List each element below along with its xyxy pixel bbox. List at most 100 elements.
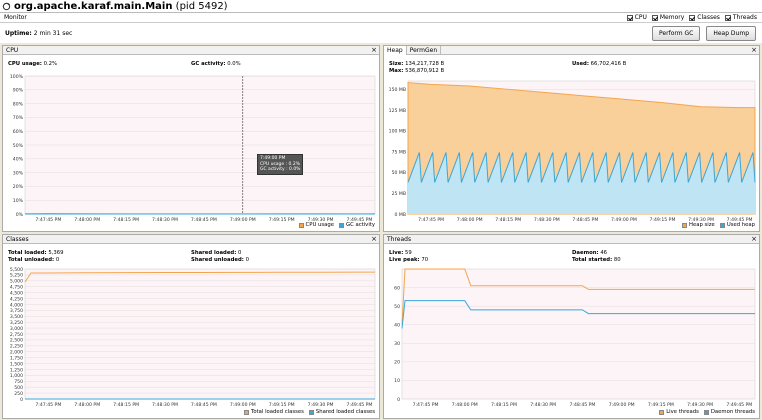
- x-tick-label: 7:49:00 PM: [609, 402, 635, 408]
- title-bar: org.apache.karaf.main.Main (pid 5492): [0, 0, 762, 12]
- x-tick-label: 7:47:45 PM: [418, 217, 444, 223]
- y-tick-label: 1,250: [10, 367, 23, 373]
- y-tick-label: 0: [397, 397, 400, 403]
- y-tick-label: 750: [14, 379, 23, 385]
- heap-chart: 0 MB 25 MB 50 MB 75 MB 100 MB 125 MB 150 MB 7:4…: [389, 80, 756, 223]
- memory-checkbox[interactable]: Memory: [651, 14, 684, 21]
- y-tick-label: 1,500: [10, 361, 23, 367]
- gc-activity-label: GC activity:: [191, 61, 226, 67]
- uptime-bar: Uptime: 2 min 31 sec Perform GC Heap Dum…: [0, 23, 762, 43]
- x-tick-label: 7:49:15 PM: [269, 402, 295, 408]
- threads-panel-header: Threads ×: [384, 235, 759, 244]
- close-icon[interactable]: ×: [371, 46, 377, 55]
- classes-panel: Classes × Total loaded: 5,369 Total unloa…: [2, 234, 380, 419]
- heap-dump-button[interactable]: Heap Dump: [706, 25, 756, 41]
- x-tick-label: 7:48:45 PM: [191, 217, 217, 223]
- x-tick-label: 7:48:00 PM: [452, 402, 478, 408]
- visualvm-monitor-window: org.apache.karaf.main.Main (pid 5492) Mo…: [0, 0, 762, 420]
- tab-heap[interactable]: Heap: [384, 45, 407, 55]
- heap-used-value: 66,702,416 B: [590, 61, 627, 67]
- y-tick-label: 125 MB: [389, 108, 406, 114]
- close-icon[interactable]: ×: [751, 46, 757, 55]
- heap-size-value: 134,217,728 B: [405, 61, 445, 67]
- x-tick-label: 7:48:00 PM: [74, 402, 100, 408]
- y-tick-label: 50: [394, 304, 400, 310]
- y-tick-label: 75 MB: [392, 149, 406, 155]
- x-tick-label: 7:49:30 PM: [687, 402, 713, 408]
- x-tick-label: 7:49:45 PM: [726, 402, 752, 408]
- x-tick-label: 7:49:30 PM: [308, 402, 334, 408]
- y-tick-label: 2,750: [10, 332, 23, 338]
- threads-chart: 0 10 20 30 40 50 60 7:47:45 PM 7:48:00 PM 7:48:15…: [394, 268, 756, 408]
- y-tick-label: 100%: [10, 74, 24, 80]
- total-started-value: 80: [613, 257, 621, 263]
- shared-loaded-value: 0: [238, 250, 242, 256]
- y-tick-label: 50%: [13, 143, 24, 149]
- y-tick-label: 4,750: [10, 285, 23, 291]
- classes-chart: 02505007501,0001,2501,5001,7502,0002,250…: [10, 267, 376, 408]
- y-tick-label: 250: [14, 391, 23, 397]
- y-tick-label: 3,250: [10, 320, 23, 326]
- threads-legend: Live threads Daemon threads: [654, 409, 755, 415]
- y-tick-label: 1,750: [10, 355, 23, 361]
- x-tick-label: 7:48:15 PM: [495, 217, 521, 223]
- x-tick-label: 7:49:00 PM: [230, 402, 256, 408]
- close-icon[interactable]: ×: [371, 235, 377, 244]
- y-tick-label: 40: [394, 323, 400, 329]
- x-tick-label: 7:49:15 PM: [650, 217, 676, 223]
- y-tick-label: 2,250: [10, 344, 23, 350]
- classes-panel-header: Classes ×: [3, 235, 379, 244]
- heap-max-value: 536,870,912 B: [405, 68, 445, 74]
- uptime-value: 2 min 31 sec: [33, 29, 73, 37]
- daemon-threads-value: 46: [600, 250, 608, 256]
- close-icon[interactable]: ×: [751, 235, 757, 244]
- perform-gc-button[interactable]: Perform GC: [652, 25, 701, 41]
- monitor-label: Monitor: [4, 14, 27, 21]
- y-tick-label: 10: [394, 378, 400, 384]
- y-tick-label: 3,000: [10, 326, 23, 332]
- tab-permgen[interactable]: PermGen: [407, 45, 442, 55]
- y-tick-label: 150 MB: [389, 87, 406, 93]
- y-tick-label: 4,000: [10, 302, 23, 308]
- y-tick-label: 5,000: [10, 279, 23, 285]
- y-tick-label: 60: [394, 285, 400, 291]
- x-tick-label: 7:49:00 PM: [230, 217, 256, 223]
- y-tick-label: 20%: [13, 184, 24, 190]
- x-tick-label: 7:48:30 PM: [530, 402, 556, 408]
- heap-panel-header: Heap PermGen ×: [384, 45, 759, 55]
- x-tick-label: 7:49:45 PM: [346, 402, 372, 408]
- x-tick-label: 7:48:15 PM: [113, 402, 139, 408]
- y-tick-label: 3,750: [10, 308, 23, 314]
- window-title: org.apache.karaf.main.Main: [14, 0, 173, 12]
- x-tick-label: 7:48:15 PM: [113, 217, 139, 223]
- cpu-usage-value: 0.2%: [43, 61, 58, 67]
- x-tick-label: 7:48:30 PM: [534, 217, 560, 223]
- gc-activity-value: 0.0%: [227, 61, 241, 67]
- classes-legend: Total loaded classes Shared loaded class…: [239, 409, 375, 415]
- y-tick-label: 10%: [13, 198, 24, 204]
- threads-panel: Threads × Live: 59 Live peak: 70 Daemon: …: [383, 234, 760, 419]
- y-tick-label: 80%: [13, 101, 24, 107]
- y-tick-label: 500: [14, 385, 23, 391]
- x-tick-label: 7:48:45 PM: [572, 217, 598, 223]
- monitor-toolbar: Monitor CPU Memory Classes Threads: [0, 12, 762, 23]
- y-tick-label: 50 MB: [392, 170, 406, 176]
- cpu-usage-label: CPU usage:: [8, 61, 42, 67]
- total-loaded-value: 5,369: [48, 250, 64, 256]
- x-tick-label: 7:48:00 PM: [457, 217, 483, 223]
- x-tick-label: 7:49:15 PM: [269, 217, 295, 223]
- y-tick-label: 1,000: [10, 373, 23, 379]
- x-tick-label: 7:48:30 PM: [152, 402, 178, 408]
- x-tick-label: 7:49:00 PM: [611, 217, 637, 223]
- classes-checkbox[interactable]: Classes: [689, 14, 720, 21]
- heap-panel: Heap PermGen × Size: 134,217,728 B Max: …: [383, 45, 760, 232]
- x-tick-label: 7:49:15 PM: [648, 402, 674, 408]
- cpu-checkbox[interactable]: CPU: [626, 14, 647, 21]
- x-tick-label: 7:48:45 PM: [569, 402, 595, 408]
- y-tick-label: 4,500: [10, 290, 23, 296]
- cpu-chart: 0% 10% 20% 30% 40% 50% 60% 70% 80% 90% 100% 7:47:45…: [10, 74, 376, 223]
- threads-checkbox[interactable]: Threads: [724, 14, 757, 21]
- live-peak-value: 70: [421, 257, 429, 263]
- y-tick-label: 0 MB: [395, 212, 407, 218]
- refresh-icon: [2, 2, 11, 10]
